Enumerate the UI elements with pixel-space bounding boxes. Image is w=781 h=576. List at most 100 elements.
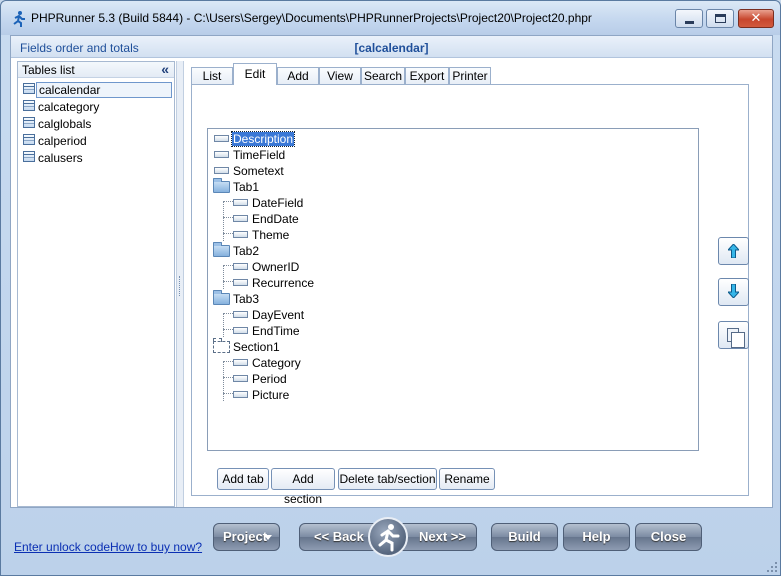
main-window: PHPRunner 5.3 (Build 5844) - C:\Users\Se…	[0, 0, 781, 576]
tree-connector	[223, 313, 233, 314]
field-icon	[214, 167, 229, 174]
arrow-up-icon	[728, 244, 739, 258]
table-item-calperiod[interactable]: calperiod	[22, 132, 172, 149]
tree-item-label: Period	[252, 372, 287, 386]
close-button[interactable]: Close	[635, 523, 702, 551]
fields-tree[interactable]: Description TimeField Sometext Tab1 Date…	[207, 128, 699, 451]
delete-tab-section-button[interactable]: Delete tab/section	[338, 468, 437, 490]
tree-item-label: Tab1	[233, 180, 260, 194]
field-icon	[233, 199, 248, 206]
tree-item-label: Category	[252, 356, 301, 370]
tree-connector	[223, 281, 233, 282]
resize-grip-icon[interactable]	[767, 562, 777, 572]
folder-icon	[213, 290, 230, 305]
folder-icon	[213, 178, 230, 193]
table-icon	[23, 100, 35, 111]
table-icon	[23, 134, 35, 145]
main-frame: [calcalendar] Fields order and totals Ta…	[10, 35, 773, 508]
how-to-buy-link[interactable]: How to buy now?	[110, 540, 202, 554]
minimize-button[interactable]	[675, 9, 703, 28]
tree-item-label: Tab2	[233, 244, 260, 258]
maximize-icon	[715, 14, 726, 23]
close-icon: ✕	[750, 10, 762, 25]
minimize-icon	[685, 21, 694, 24]
field-icon	[233, 231, 248, 238]
table-item-label: calcalendar	[36, 82, 172, 98]
add-section-button[interactable]: Add section	[271, 468, 335, 506]
tree-connector	[223, 361, 233, 362]
table-icon	[23, 83, 35, 94]
tree-connector	[223, 265, 224, 289]
runner-icon	[378, 524, 400, 552]
page-tabs-area: List Edit Add View Search Export Printer	[189, 63, 767, 506]
table-item-calcategory[interactable]: calcategory	[22, 98, 172, 115]
field-icon	[214, 151, 229, 158]
tree-connector	[223, 217, 233, 218]
tree-item-label: EndDate	[252, 212, 299, 226]
tree-item-label: OwnerID	[252, 260, 300, 274]
tab-search[interactable]: Search	[361, 67, 405, 85]
field-icon	[233, 279, 248, 286]
tree-connector	[223, 201, 233, 202]
table-item-label: calusers	[38, 151, 83, 165]
page-title: Fields order and totals	[20, 41, 139, 55]
tree-connector	[223, 313, 224, 337]
tree-item-label: Tab3	[233, 292, 260, 306]
tree-item-label: Theme	[252, 228, 290, 242]
move-down-button[interactable]	[718, 278, 749, 306]
tables-list-title: Tables list	[22, 63, 75, 77]
panel-splitter[interactable]	[176, 61, 184, 507]
title-bar[interactable]: PHPRunner 5.3 (Build 5844) - C:\Users\Se…	[1, 1, 780, 35]
tree-item-label: EndTime	[252, 324, 300, 338]
close-window-button[interactable]: ✕	[738, 9, 774, 28]
add-tab-button[interactable]: Add tab	[217, 468, 269, 490]
edit-tab-panel: Description TimeField Sometext Tab1 Date…	[191, 84, 749, 496]
splitter-grip-icon	[179, 276, 181, 296]
tree-connector	[223, 377, 233, 378]
runner-logo	[368, 517, 408, 557]
copy-button[interactable]	[718, 321, 749, 349]
field-icon	[233, 215, 248, 222]
tab-view[interactable]: View	[319, 67, 361, 85]
unlock-code-link[interactable]: Enter unlock code	[14, 540, 110, 554]
chevron-down-icon	[264, 535, 272, 540]
header-strip: [calcalendar] Fields order and totals	[11, 36, 772, 58]
copy-icon	[727, 328, 745, 348]
table-icon	[23, 117, 35, 128]
field-icon	[233, 311, 248, 318]
tree-connector	[223, 329, 233, 330]
tab-export[interactable]: Export	[405, 67, 449, 85]
tree-connector	[223, 361, 224, 401]
table-item-calusers[interactable]: calusers	[22, 149, 172, 166]
table-item-calglobals[interactable]: calglobals	[22, 115, 172, 132]
runner-icon	[13, 11, 25, 27]
section-icon	[213, 338, 230, 353]
folder-icon	[213, 242, 230, 257]
move-up-button[interactable]	[718, 237, 749, 265]
tables-list-header: Tables list «	[18, 61, 174, 78]
table-icon	[23, 151, 35, 162]
tree-item-label: Sometext	[233, 164, 284, 178]
tree-item-label: DayEvent	[252, 308, 305, 322]
tab-add[interactable]: Add	[277, 67, 319, 85]
help-button[interactable]: Help	[563, 523, 630, 551]
rename-button[interactable]: Rename	[439, 468, 495, 490]
collapse-panel-button[interactable]: «	[161, 61, 169, 77]
tree-item-label: Section1	[233, 340, 280, 354]
tab-printer[interactable]: Printer	[449, 67, 491, 85]
table-item-label: calperiod	[38, 134, 87, 148]
arrow-down-icon	[728, 284, 739, 298]
field-icon	[233, 263, 248, 270]
table-item-calcalendar[interactable]: calcalendar	[22, 81, 172, 98]
field-icon	[233, 375, 248, 382]
field-icon	[233, 327, 248, 334]
tab-list[interactable]: List	[191, 67, 233, 85]
table-item-label: calcategory	[38, 100, 100, 114]
maximize-button[interactable]	[706, 9, 734, 28]
build-button[interactable]: Build	[491, 523, 558, 551]
field-icon	[233, 391, 248, 398]
project-menu-button[interactable]: Project	[213, 523, 280, 551]
tables-list-panel: Tables list « calcalendar calcategory ca…	[17, 61, 175, 507]
tab-edit[interactable]: Edit	[233, 63, 277, 85]
table-item-label: calglobals	[38, 117, 92, 131]
